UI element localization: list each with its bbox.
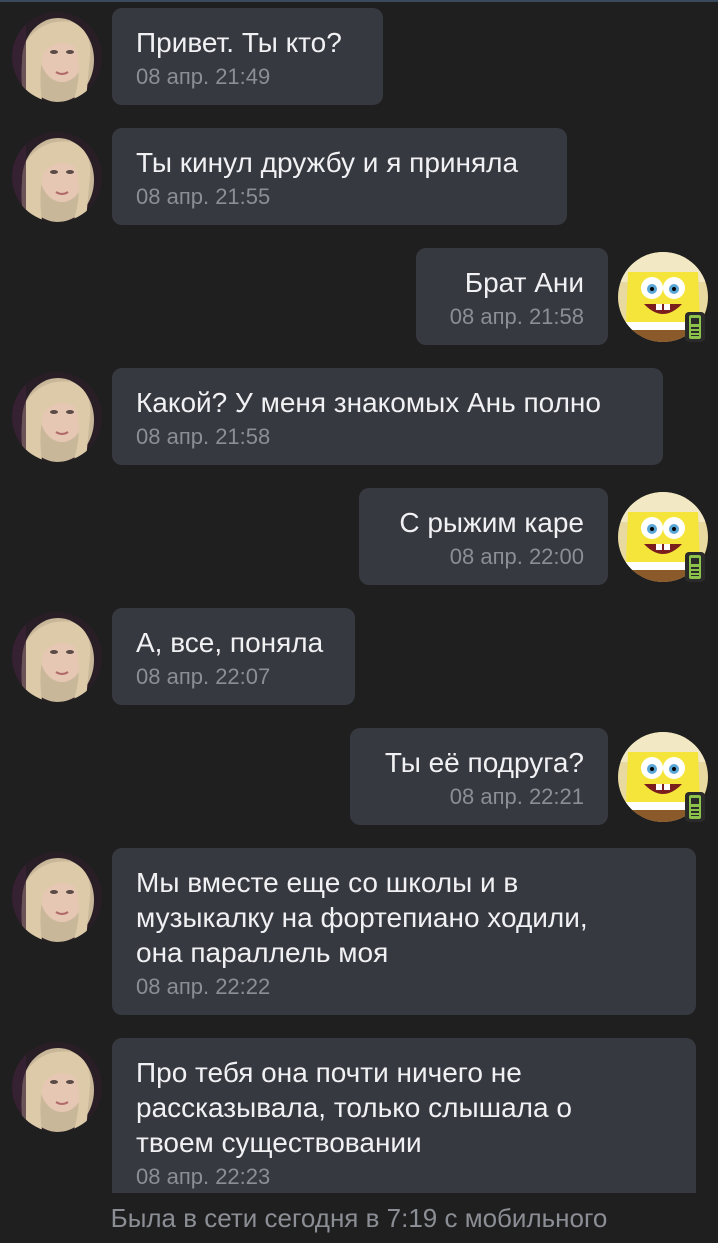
message-bubble[interactable]: Мы вместе еще со школы и в музыкалку на … <box>112 848 696 1015</box>
message-time: 08 апр. 22:22 <box>136 974 271 999</box>
girl-avatar-icon[interactable] <box>12 852 102 942</box>
message-bubble[interactable]: Брат Ани 08 апр. 21:58 <box>416 248 608 345</box>
message-bubble[interactable]: А, все, поняла 08 апр. 22:07 <box>112 608 355 705</box>
girl-avatar-icon[interactable] <box>12 1042 102 1132</box>
girl-avatar-icon[interactable] <box>12 612 102 702</box>
message-bubble[interactable]: Ты кинул дружбу и я приняла 08 апр. 21:5… <box>112 128 567 225</box>
message-list[interactable]: Привет. Ты кто? 08 апр. 21:49 Ты кинул д… <box>0 0 718 1193</box>
message-bubble[interactable]: Про тебя она почти ничего не рассказывал… <box>112 1038 696 1193</box>
girl-avatar-icon[interactable] <box>12 132 102 222</box>
girl-avatar-icon[interactable] <box>12 372 102 462</box>
message-time: 08 апр. 21:58 <box>449 304 584 329</box>
last-seen-status: Была в сети сегодня в 7:19 с мобильного <box>0 1193 718 1243</box>
message-time: 08 апр. 22:21 <box>449 784 584 809</box>
message-text: Ты кинул дружбу и я приняла <box>136 147 519 178</box>
message-text: А, все, поняла <box>136 627 324 658</box>
message-text: С рыжим каре <box>399 507 584 538</box>
message-time: 08 апр. 21:49 <box>136 64 271 89</box>
mobile-phone-icon <box>685 312 705 342</box>
message-text: Про тебя она почти ничего не рассказывал… <box>136 1057 572 1158</box>
message-text: Привет. Ты кто? <box>136 27 342 58</box>
message-bubble[interactable]: С рыжим каре 08 апр. 22:00 <box>359 488 608 585</box>
message-text: Брат Ани <box>464 267 584 298</box>
girl-avatar-icon[interactable] <box>12 12 102 102</box>
message-time: 08 апр. 22:07 <box>136 664 271 689</box>
message-bubble[interactable]: Какой? У меня знакомых Ань полно 08 апр.… <box>112 368 663 465</box>
message-text: Мы вместе еще со школы и в музыкалку на … <box>136 867 588 968</box>
message-time: 08 апр. 21:58 <box>136 424 271 449</box>
message-time: 08 апр. 21:55 <box>136 184 271 209</box>
message-time: 08 апр. 22:00 <box>449 544 584 569</box>
mobile-phone-icon <box>685 792 705 822</box>
message-text: Ты её подруга? <box>384 747 584 778</box>
message-time: 08 апр. 22:23 <box>136 1164 271 1189</box>
message-bubble[interactable]: Ты её подруга? 08 апр. 22:21 <box>350 728 608 825</box>
mobile-phone-icon <box>685 552 705 582</box>
message-bubble[interactable]: Привет. Ты кто? 08 апр. 21:49 <box>112 8 383 105</box>
message-text: Какой? У меня знакомых Ань полно <box>136 387 601 418</box>
